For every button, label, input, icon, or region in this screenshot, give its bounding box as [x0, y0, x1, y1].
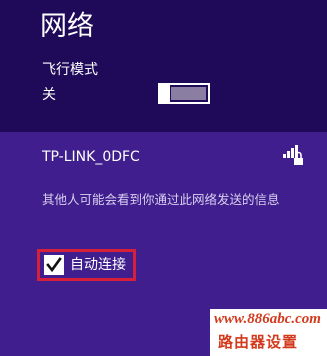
- network-name[interactable]: TP-LINK_0DFC: [42, 148, 140, 166]
- header-panel: 网络 飞行模式 关: [0, 0, 327, 132]
- auto-connect-label[interactable]: 自动连接: [70, 255, 126, 275]
- watermark-url: www.886abc.com: [214, 311, 321, 327]
- watermark-title: 路由器设置: [218, 333, 299, 351]
- toggle-thumb[interactable]: [158, 83, 170, 104]
- checkmark-icon: [46, 257, 62, 273]
- security-warning: 其他人可能会看到你通过此网络发送的信息: [42, 192, 280, 207]
- wifi-secured-signal-icon: [283, 145, 303, 165]
- airplane-mode-toggle[interactable]: [158, 83, 210, 104]
- auto-connect-checkbox[interactable]: [44, 255, 64, 275]
- airplane-mode-value: 关: [42, 87, 56, 103]
- toggle-track: [171, 87, 206, 100]
- auto-connect-highlight: 自动连接: [37, 249, 136, 281]
- airplane-mode-label: 飞行模式: [42, 62, 98, 78]
- page-title: 网络: [40, 11, 94, 42]
- site-watermark: www.886abc.com 路由器设置: [210, 309, 327, 356]
